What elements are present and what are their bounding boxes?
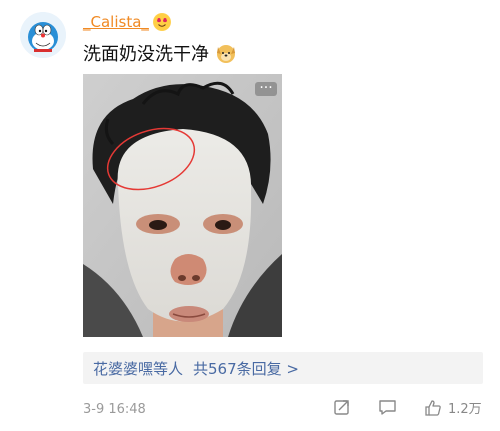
share-icon xyxy=(334,400,349,415)
post-timestamp: 3-9 16:48 xyxy=(83,402,146,417)
share-button[interactable] xyxy=(333,398,351,420)
more-dots-icon[interactable]: ··· xyxy=(255,81,277,96)
like-count: 1.2万 xyxy=(448,402,482,417)
post-text-row: 洗面奶没洗干净 xyxy=(83,40,237,66)
replies-count: 共567条回复 > xyxy=(193,359,299,378)
doraemon-avatar-icon xyxy=(20,12,66,58)
heart-eyes-emoji-icon xyxy=(152,13,171,31)
post-text: 洗面奶没洗干净 xyxy=(83,44,209,65)
comment-button[interactable] xyxy=(378,398,397,420)
replies-users: 花婆婆嘿等人 xyxy=(93,359,184,378)
thumbs-up-icon xyxy=(425,399,441,416)
username-row[interactable]: _Calista_ xyxy=(83,13,171,31)
dog-face-emoji-icon xyxy=(215,42,237,64)
comment-icon xyxy=(379,400,396,415)
post-photo[interactable] xyxy=(83,74,282,337)
like-button[interactable]: 1.2万 xyxy=(424,398,482,417)
username[interactable]: _Calista_ xyxy=(83,13,149,31)
avatar[interactable] xyxy=(20,12,66,58)
replies-link[interactable]: 花婆婆嘿等人 共567条回复 > xyxy=(83,352,483,384)
